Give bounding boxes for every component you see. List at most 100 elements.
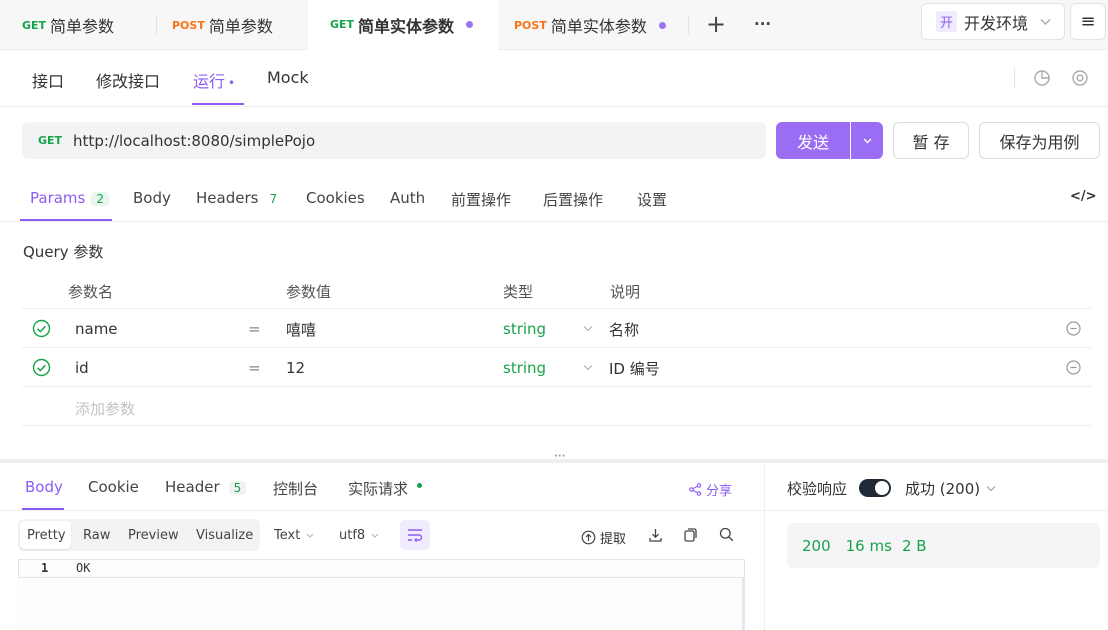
param-description-field[interactable]: ID 编号 (609, 358, 660, 379)
param-type-select[interactable]: string (503, 320, 546, 338)
format-pretty[interactable]: Pretty (27, 528, 66, 543)
subnav-mock[interactable]: Mock (267, 68, 309, 87)
status-dot (417, 483, 423, 488)
add-param-input[interactable]: 添加参数 (75, 398, 135, 419)
subnav-api[interactable]: 接口 (32, 68, 64, 92)
send-options-button[interactable] (851, 122, 883, 159)
env-badge: 开 (936, 11, 958, 32)
subnav-run-label: 运行 (193, 72, 226, 91)
divider (1014, 68, 1015, 88)
current-line-highlight (18, 559, 745, 578)
divider (22, 425, 1092, 426)
tab-post-simple-params[interactable]: POST 简单参数 (150, 0, 316, 50)
text-type-label: Text (274, 528, 301, 543)
send-button[interactable]: 发送 (776, 122, 850, 159)
checkbox-checked-icon[interactable] (32, 358, 51, 377)
divider (22, 347, 1092, 348)
response-status-bar: 200 16 ms 2 B (787, 523, 1100, 568)
tab-body[interactable]: Body (133, 189, 171, 207)
save-as-case-button[interactable]: 保存为用例 (979, 122, 1100, 159)
chevron-down-icon (583, 365, 593, 371)
unsaved-dot (466, 21, 474, 28)
param-type-select[interactable]: string (503, 359, 546, 377)
format-visualize[interactable]: Visualize (196, 528, 253, 543)
pie-chart-icon[interactable] (1033, 69, 1051, 87)
word-wrap-toggle[interactable] (400, 520, 430, 550)
column-header-value: 参数值 (286, 283, 332, 301)
copy-icon[interactable] (683, 527, 698, 543)
toggle-knob (875, 481, 889, 495)
equals-sign: = (248, 359, 261, 377)
unsaved-dot (658, 21, 666, 29)
response-tab-console[interactable]: 控制台 (273, 478, 318, 499)
vertical-scrollbar[interactable] (742, 578, 745, 630)
env-label: 开发环境 (964, 13, 1029, 33)
response-size: 2 B (901, 536, 927, 555)
tab-cookies[interactable]: Cookies (306, 189, 365, 207)
param-name-field[interactable]: id (75, 359, 89, 377)
validation-result-select[interactable]: 成功 (200) (905, 478, 996, 499)
validate-toggle[interactable] (859, 479, 891, 497)
method-label: POST (172, 18, 205, 32)
response-tab-cookie[interactable]: Cookie (88, 478, 139, 496)
url-input[interactable]: http://localhost:8080/simplePojo (73, 132, 315, 150)
header-count-badge: 5 (228, 481, 247, 495)
tab-get-simple-params[interactable]: GET 简单参数 (0, 0, 156, 50)
response-tab-actual-request[interactable]: 实际请求 (348, 478, 423, 499)
param-value-field[interactable]: 嘻嘻 (286, 319, 316, 340)
settings-icon[interactable] (1071, 69, 1089, 87)
share-button[interactable]: 分享 (689, 480, 732, 499)
subnav-run[interactable]: 运行 • (193, 68, 235, 92)
divider (688, 16, 689, 34)
environment-select[interactable]: 开 开发环境 (921, 3, 1065, 40)
code-icon[interactable]: </> (1070, 189, 1097, 204)
param-description-field[interactable]: 名称 (609, 319, 639, 340)
tab-post-actions[interactable]: 后置操作 (543, 189, 603, 210)
text-type-select[interactable]: Text (274, 528, 314, 543)
tab-settings[interactable]: 设置 (637, 189, 667, 210)
extract-button[interactable]: 提取 (581, 528, 626, 547)
column-header-type: 类型 (503, 283, 534, 301)
tab-post-simple-pojo[interactable]: POST 简单实体参数 (492, 0, 686, 50)
download-icon[interactable] (648, 527, 663, 543)
method-label[interactable]: GET (38, 134, 62, 147)
menu-icon[interactable]: ≡ (1070, 3, 1106, 40)
more-tabs-icon[interactable]: ··· (754, 15, 771, 33)
search-icon[interactable] (719, 527, 734, 542)
query-params-title: Query 参数 (23, 243, 104, 261)
tab-get-simple-pojo[interactable]: GET 简单实体参数 (308, 0, 498, 50)
format-raw[interactable]: Raw (83, 528, 110, 543)
tab-auth[interactable]: Auth (390, 189, 425, 207)
param-name-field[interactable]: name (75, 320, 118, 338)
checkbox-checked-icon[interactable] (32, 319, 51, 338)
chevron-down-icon (583, 326, 593, 332)
validate-response-label: 校验响应 (787, 480, 848, 498)
chevron-down-icon (306, 533, 314, 538)
splitter-handle-icon[interactable]: ··· (554, 451, 565, 462)
remove-row-icon[interactable] (1066, 360, 1081, 375)
remove-row-icon[interactable] (1066, 321, 1081, 336)
subnav-edit-api[interactable]: 修改接口 (96, 68, 160, 92)
method-label: POST (514, 18, 547, 32)
encoding-select[interactable]: utf8 (339, 528, 379, 543)
tab-pre-actions[interactable]: 前置操作 (451, 189, 511, 210)
divider (0, 510, 765, 511)
response-tab-header[interactable]: Header 5 (165, 478, 247, 496)
params-count-badge: 2 (91, 192, 109, 206)
encoding-label: utf8 (339, 528, 366, 543)
response-body-editor[interactable]: 1 OK (18, 559, 745, 630)
param-value-field[interactable]: 12 (286, 359, 305, 377)
response-tab-body[interactable]: Body (25, 478, 63, 496)
add-tab-icon[interactable]: + (706, 10, 726, 38)
share-icon (689, 483, 702, 496)
format-preview[interactable]: Preview (128, 528, 179, 543)
divider (22, 386, 1092, 387)
divider (22, 308, 1092, 309)
save-button[interactable]: 暂 存 (893, 122, 969, 159)
tab-headers[interactable]: Headers 7 (196, 189, 282, 207)
divider (764, 463, 765, 630)
divider (0, 106, 1108, 107)
tab-params[interactable]: Params 2 (30, 189, 109, 207)
extract-label: 提取 (600, 532, 627, 547)
url-bar: GET http://localhost:8080/simplePojo (22, 122, 766, 159)
